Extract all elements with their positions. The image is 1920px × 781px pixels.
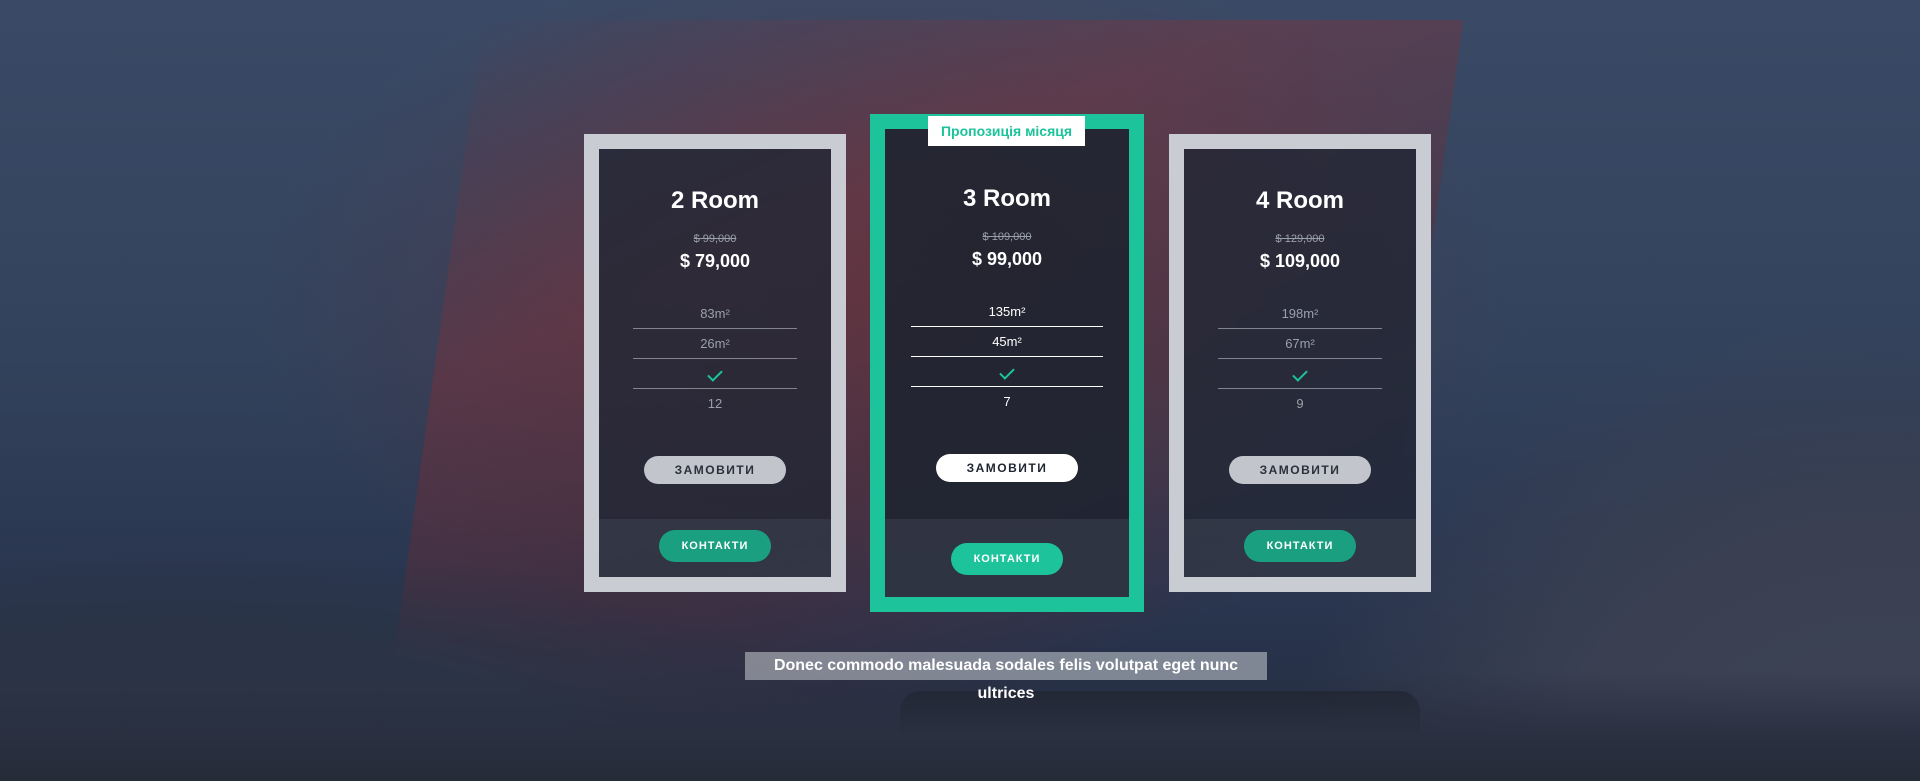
card-footer: КОНТАКТИ — [1184, 519, 1416, 577]
feature-item: 7 — [1003, 394, 1011, 409]
check-icon — [999, 364, 1015, 380]
contacts-button[interactable]: КОНТАКТИ — [951, 543, 1063, 575]
feature-item-check — [633, 359, 797, 389]
pricing-card-2-room: 2 Room $ 99,000 $ 79,000 83m² 26m² 12 ЗА… — [584, 134, 846, 592]
feature-list: 135m² 45m² 7 — [911, 297, 1103, 417]
current-price: $ 79,000 — [679, 251, 751, 271]
feature-item: 45m² — [911, 327, 1103, 357]
feature-item-check — [1218, 359, 1382, 389]
feature-item: 12 — [707, 396, 723, 411]
order-button[interactable]: ЗАМОВИТИ — [936, 454, 1078, 482]
contacts-button[interactable]: КОНТАКТИ — [1244, 530, 1356, 562]
offer-of-the-month-badge: Пропозиція місяця — [928, 116, 1085, 146]
contacts-button[interactable]: КОНТАКТИ — [659, 530, 771, 562]
old-price: $ 129,000 — [1275, 233, 1325, 245]
feature-item: 83m² — [633, 299, 797, 329]
current-price: $ 99,000 — [971, 249, 1043, 269]
feature-list: 83m² 26m² 12 — [633, 299, 797, 419]
order-button[interactable]: ЗАМОВИТИ — [1229, 456, 1371, 484]
feature-item: 198m² — [1218, 299, 1382, 329]
feature-item: 135m² — [911, 297, 1103, 327]
pricing-card-3-room: 3 Room $ 109,000 $ 99,000 135m² 45m² 7 З… — [870, 114, 1144, 612]
card-footer: КОНТАКТИ — [599, 519, 831, 577]
caption-text: Donec commodo malesuada sodales felis vo… — [745, 652, 1267, 702]
feature-item: 67m² — [1218, 329, 1382, 359]
old-price: $ 109,000 — [982, 231, 1032, 243]
old-price: $ 99,000 — [693, 233, 737, 245]
pricing-card-4-room: 4 Room $ 129,000 $ 109,000 198m² 67m² 9 … — [1169, 134, 1431, 592]
check-icon — [1292, 366, 1308, 382]
card-title: 2 Room — [670, 187, 759, 214]
card-footer: КОНТАКТИ — [885, 519, 1129, 597]
order-button[interactable]: ЗАМОВИТИ — [644, 456, 786, 484]
feature-item-check — [911, 357, 1103, 387]
check-icon — [707, 366, 723, 382]
card-title: 4 Room — [1255, 187, 1344, 214]
pricing-section: 2 Room $ 99,000 $ 79,000 83m² 26m² 12 ЗА… — [0, 0, 1920, 781]
feature-item: 26m² — [633, 329, 797, 359]
feature-list: 198m² 67m² 9 — [1218, 299, 1382, 419]
feature-item: 9 — [1296, 396, 1304, 411]
current-price: $ 109,000 — [1259, 251, 1341, 271]
card-title: 3 Room — [962, 185, 1051, 212]
